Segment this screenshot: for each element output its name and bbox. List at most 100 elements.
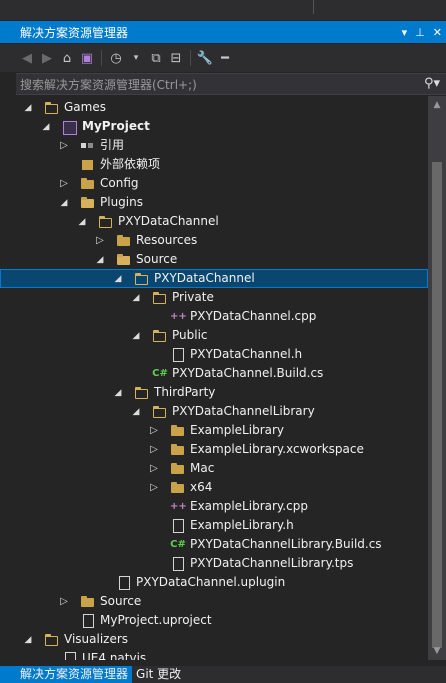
tree-row[interactable]: ◢ Private: [0, 288, 428, 307]
tree-row[interactable]: ◢ PXYDataChannelLibrary: [0, 402, 428, 421]
references-icon: [80, 138, 96, 153]
tree-row[interactable]: C# PXYDataChannel.Build.cs: [0, 364, 428, 383]
tree-row-label: Mac: [190, 461, 215, 475]
tree-row[interactable]: PXYDataChannel.h: [0, 345, 428, 364]
scroll-down-arrow-icon[interactable]: ▼: [428, 642, 446, 660]
tree-row-label: PXYDataChannelLibrary.tps: [190, 556, 354, 570]
sync-icon[interactable]: ⧉: [147, 48, 165, 68]
expanded-arrow-icon[interactable]: ◢: [58, 193, 70, 212]
vs-solution-icon[interactable]: ▣: [78, 48, 96, 68]
collapsed-arrow-icon[interactable]: ▷: [148, 478, 160, 497]
header-file-icon: [170, 518, 186, 533]
collapsed-arrow-icon[interactable]: ▷: [94, 231, 106, 250]
tree-row-label: 外部依赖项: [100, 157, 161, 171]
expanded-arrow-icon[interactable]: ◢: [40, 117, 52, 136]
tree-row[interactable]: ▷ Source: [0, 592, 428, 611]
file-file-icon: [170, 556, 186, 571]
tab-git-changes[interactable]: Git 更改: [132, 666, 185, 683]
tree-row[interactable]: ◢ Games: [0, 98, 428, 117]
tree-row[interactable]: ◢ PXYDataChannel: [0, 269, 428, 288]
tree-row[interactable]: ▷ Config: [0, 174, 428, 193]
collapsed-arrow-icon[interactable]: ▷: [58, 136, 70, 155]
expanded-arrow-icon[interactable]: ◢: [130, 288, 142, 307]
expanded-arrow-icon[interactable]: ◢: [22, 98, 34, 117]
collapsed-arrow-icon[interactable]: ▷: [148, 459, 160, 478]
search-icon[interactable]: ⚲▾: [424, 76, 440, 91]
external-dependencies-icon: [80, 157, 96, 172]
pin-minus-icon[interactable]: ━: [216, 48, 234, 68]
dropdown-arrow-icon[interactable]: ▾: [402, 26, 408, 39]
folder-icon: [80, 594, 96, 609]
filter-folder-icon: [44, 632, 60, 647]
collapsed-arrow-icon[interactable]: ▷: [58, 592, 70, 611]
separator: [313, 0, 314, 14]
tree-row-label: Private: [172, 290, 214, 304]
expanded-arrow-icon[interactable]: ◢: [112, 383, 124, 402]
tree-row[interactable]: ▷ Resources: [0, 231, 428, 250]
history-icon[interactable]: ◷: [107, 48, 125, 68]
expanded-arrow-icon[interactable]: ◢: [94, 250, 106, 269]
tree-row[interactable]: 外部依赖项: [0, 155, 428, 174]
tree-row-label: Source: [136, 252, 178, 266]
tree-row[interactable]: ++ ExampleLibrary.cpp: [0, 497, 428, 516]
vertical-scrollbar[interactable]: ▲ ▼: [428, 96, 446, 660]
forward-icon[interactable]: ▶: [38, 48, 56, 68]
dropdown-icon[interactable]: ▾: [127, 48, 145, 68]
tree-row[interactable]: ▷ ExampleLibrary: [0, 421, 428, 440]
collapse-all-icon[interactable]: ⊟: [167, 48, 185, 68]
collapsed-arrow-icon[interactable]: ▷: [148, 440, 160, 459]
collapsed-arrow-icon[interactable]: ▷: [148, 421, 160, 440]
folder-icon: [170, 442, 186, 457]
tree-row[interactable]: UE4.natvis: [0, 649, 428, 660]
tree-row[interactable]: PXYDataChannel.uplugin: [0, 573, 428, 592]
tree-row[interactable]: ◢ ThirdParty: [0, 383, 428, 402]
expanded-arrow-icon[interactable]: ◢: [22, 630, 34, 649]
tree-row[interactable]: ◢ Visualizers: [0, 630, 428, 649]
scroll-up-arrow-icon[interactable]: ▲: [428, 96, 446, 114]
natvis-file-icon: [62, 651, 78, 660]
tab-solution-explorer[interactable]: 解决方案资源管理器: [0, 666, 133, 683]
cpp-file-icon: ++: [170, 311, 187, 322]
scrollbar-thumb[interactable]: [432, 162, 442, 648]
panel-title: 解决方案资源管理器: [20, 25, 129, 40]
toolbar-separator: [190, 50, 191, 66]
tree-row-label: PXYDataChannel: [154, 271, 255, 285]
bottom-tab-strip: 解决方案资源管理器 Git 更改: [0, 666, 446, 683]
expanded-arrow-icon[interactable]: ◢: [112, 269, 124, 288]
tree-row-label: x64: [190, 480, 213, 494]
tree-row[interactable]: ◢ PXYDataChannel: [0, 212, 428, 231]
tree-row[interactable]: ◢ Public: [0, 326, 428, 345]
tree-row[interactable]: ExampleLibrary.h: [0, 516, 428, 535]
collapsed-arrow-icon[interactable]: ▷: [58, 174, 70, 193]
tree-row-label: 引用: [100, 138, 125, 152]
close-icon[interactable]: ✕: [433, 26, 442, 39]
back-icon[interactable]: ◀: [18, 48, 36, 68]
folder-icon: [170, 461, 186, 476]
tree-row[interactable]: PXYDataChannelLibrary.tps: [0, 554, 428, 573]
tree-row[interactable]: ◢ Source: [0, 250, 428, 269]
toolbar: ◀ ▶ ⌂ ▣ ◷ ▾ ⧉ ⊟ 🔧 ━: [0, 44, 446, 72]
tree-row[interactable]: MyProject.uproject: [0, 611, 428, 630]
panel-titlebar: 解决方案资源管理器 ▾ ⊥ ✕: [0, 21, 446, 43]
expanded-arrow-icon[interactable]: ◢: [130, 326, 142, 345]
wrench-icon[interactable]: 🔧: [196, 48, 214, 68]
search-input[interactable]: 搜索解决方案资源管理器(Ctrl+;) ⚲▾: [16, 73, 446, 95]
tree-row[interactable]: ◢ Plugins: [0, 193, 428, 212]
tree-row[interactable]: ▷ 引用: [0, 136, 428, 155]
folder-icon: [170, 480, 186, 495]
folder-icon: [80, 176, 96, 191]
expanded-arrow-icon[interactable]: ◢: [76, 212, 88, 231]
tree-row[interactable]: ▷ Mac: [0, 459, 428, 478]
home-icon[interactable]: ⌂: [58, 48, 76, 68]
tree-row-label: Plugins: [100, 195, 143, 209]
pin-icon[interactable]: ⊥: [415, 26, 425, 39]
tree-row[interactable]: ◢ MyProject: [0, 117, 428, 136]
tree-row[interactable]: ++ PXYDataChannel.cpp: [0, 307, 428, 326]
filter-folder-icon: [134, 271, 150, 286]
expanded-arrow-icon[interactable]: ◢: [130, 402, 142, 421]
tree-row-label: ExampleLibrary.h: [190, 518, 294, 532]
tree-row-label: PXYDataChannel: [118, 214, 219, 228]
tree-row[interactable]: ▷ x64: [0, 478, 428, 497]
tree-row[interactable]: ▷ ExampleLibrary.xcworkspace: [0, 440, 428, 459]
tree-row[interactable]: C# PXYDataChannelLibrary.Build.cs: [0, 535, 428, 554]
